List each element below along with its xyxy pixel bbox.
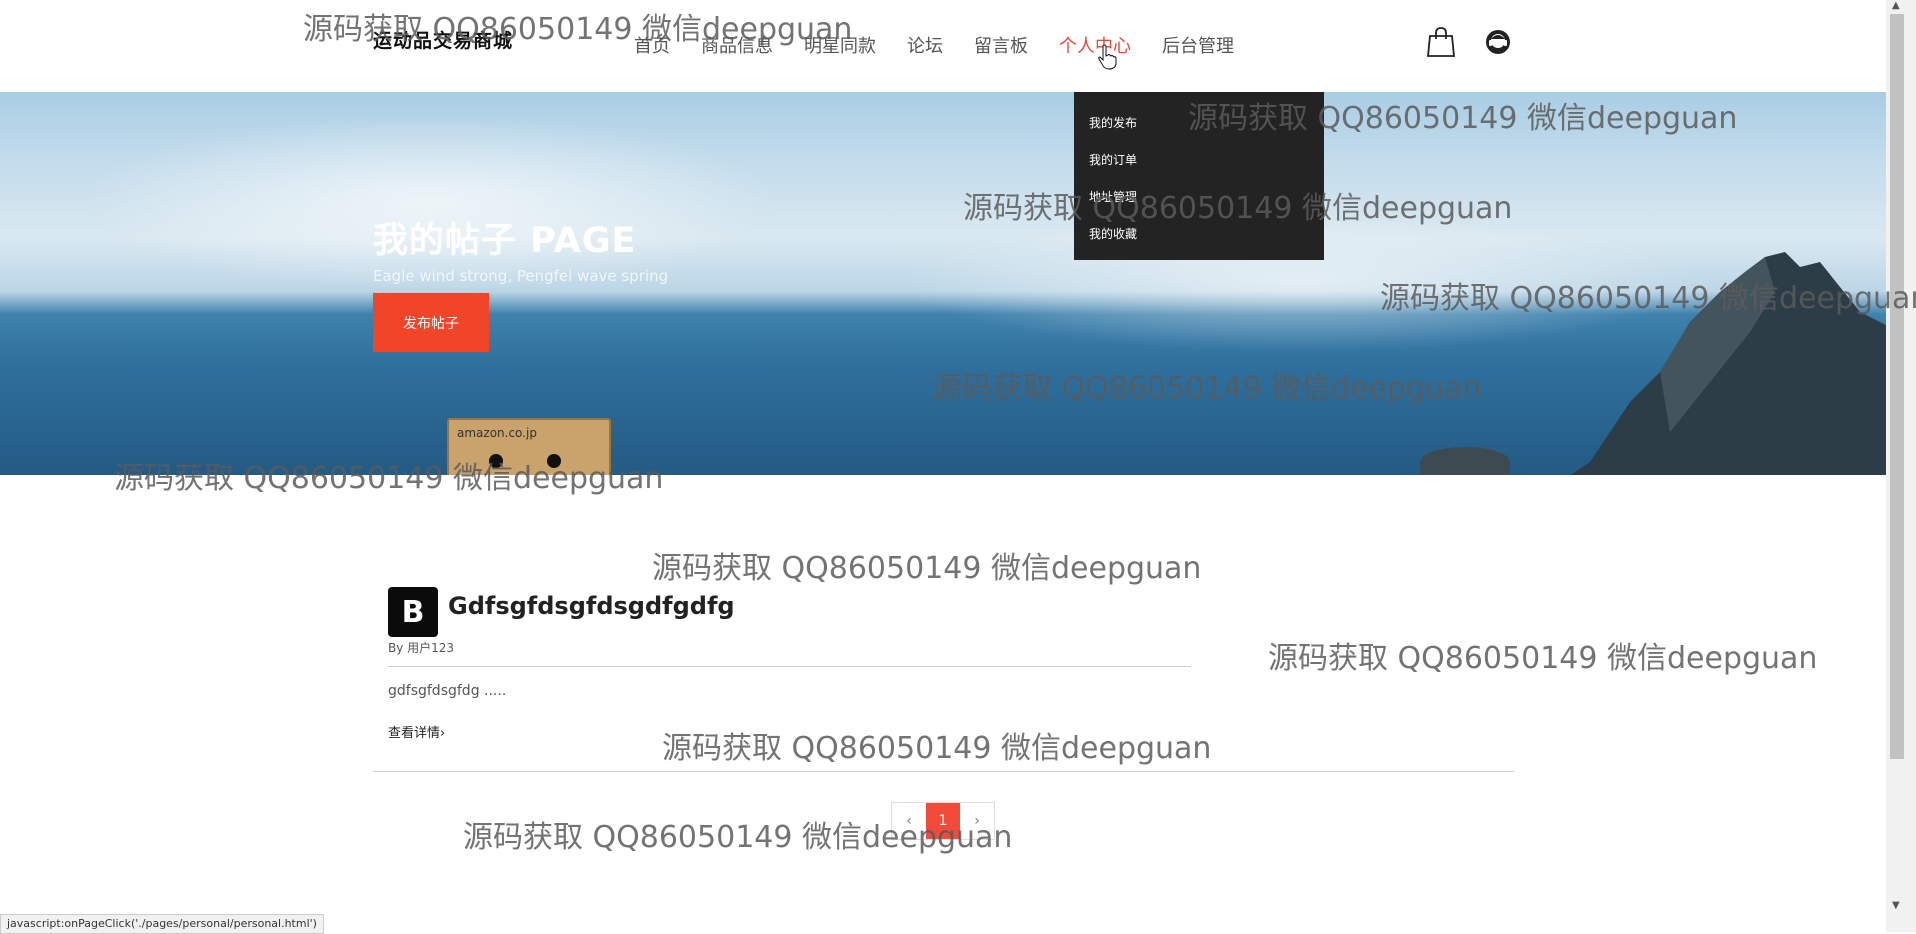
pagination: ‹ 1 › bbox=[891, 802, 995, 840]
site-logo[interactable]: 运动品交易商城 bbox=[373, 26, 513, 53]
post-divider bbox=[388, 666, 1191, 667]
nav-products[interactable]: 商品信息 bbox=[701, 32, 773, 58]
scroll-down-arrow-icon[interactable]: ▼ bbox=[1892, 900, 1900, 911]
box-hole bbox=[547, 454, 561, 468]
nav-celebrity[interactable]: 明星同款 bbox=[804, 32, 876, 58]
site-header: 运动品交易商城 首页 商品信息 明星同款 论坛 留言板 个人中心 后台管理 bbox=[0, 0, 1886, 92]
hand-cursor-icon bbox=[1098, 44, 1117, 70]
menu-item-favorites[interactable]: 我的收藏 bbox=[1089, 225, 1137, 242]
menu-item-my-posts[interactable]: 我的发布 bbox=[1089, 114, 1137, 131]
scroll-up-arrow-icon[interactable]: ▲ bbox=[1892, 0, 1900, 11]
hero-banner: 我的帖子 PAGE Eagle wind strong, Pengfei wav… bbox=[0, 92, 1886, 475]
rock-image bbox=[1420, 447, 1510, 475]
shopping-bag-icon[interactable] bbox=[1427, 27, 1455, 57]
cliff-image bbox=[1570, 252, 1886, 475]
hero-cloud bbox=[80, 112, 780, 292]
browser-status-bar: javascript:onPageClick('./pages/personal… bbox=[0, 914, 324, 934]
post-excerpt: gdfsgfdsgfdg ..... bbox=[388, 683, 507, 699]
box-hole bbox=[489, 454, 503, 468]
menu-item-address[interactable]: 地址管理 bbox=[1089, 188, 1137, 205]
menu-item-my-orders[interactable]: 我的订单 bbox=[1089, 151, 1137, 168]
publish-post-button[interactable]: 发布帖子 bbox=[373, 293, 489, 352]
post-avatar: B bbox=[388, 587, 438, 637]
nav-personal-center[interactable]: 个人中心 bbox=[1059, 32, 1131, 58]
box-label: amazon.co.jp bbox=[457, 426, 537, 440]
amazon-box-image: amazon.co.jp bbox=[447, 418, 611, 475]
post-author: By 用户123 bbox=[388, 641, 455, 655]
post-title[interactable]: Gdfsgfdsgfdsgdfgdfg bbox=[448, 592, 735, 620]
nav-forum[interactable]: 论坛 bbox=[907, 32, 943, 58]
nav-guestbook[interactable]: 留言板 bbox=[974, 32, 1028, 58]
nav-admin[interactable]: 后台管理 bbox=[1162, 32, 1234, 58]
personal-center-dropdown: 我的发布 我的订单 地址管理 我的收藏 bbox=[1074, 92, 1324, 260]
nav-home[interactable]: 首页 bbox=[634, 32, 670, 58]
main-nav: 首页 商品信息 明星同款 论坛 留言板 个人中心 后台管理 bbox=[634, 32, 1265, 58]
view-details-link[interactable]: 查看详情› bbox=[388, 722, 445, 741]
hero-subtitle: Eagle wind strong, Pengfei wave spring bbox=[373, 267, 669, 285]
list-divider bbox=[373, 771, 1514, 772]
watermark: 源码获取 QQ86050149 微信deepguan bbox=[652, 551, 1202, 586]
user-avatar-icon[interactable] bbox=[1485, 29, 1511, 55]
watermark: 源码获取 QQ86050149 微信deepguan bbox=[662, 731, 1212, 766]
next-page-button[interactable]: › bbox=[960, 803, 994, 839]
watermark: 源码获取 QQ86050149 微信deepguan bbox=[1268, 641, 1818, 676]
vertical-scrollbar[interactable]: ▲ ▼ bbox=[1886, 0, 1916, 932]
prev-page-button[interactable]: ‹ bbox=[892, 803, 926, 839]
hero-title: 我的帖子 PAGE bbox=[373, 221, 637, 261]
page-1-button[interactable]: 1 bbox=[926, 803, 960, 839]
scroll-thumb[interactable] bbox=[1890, 14, 1904, 759]
